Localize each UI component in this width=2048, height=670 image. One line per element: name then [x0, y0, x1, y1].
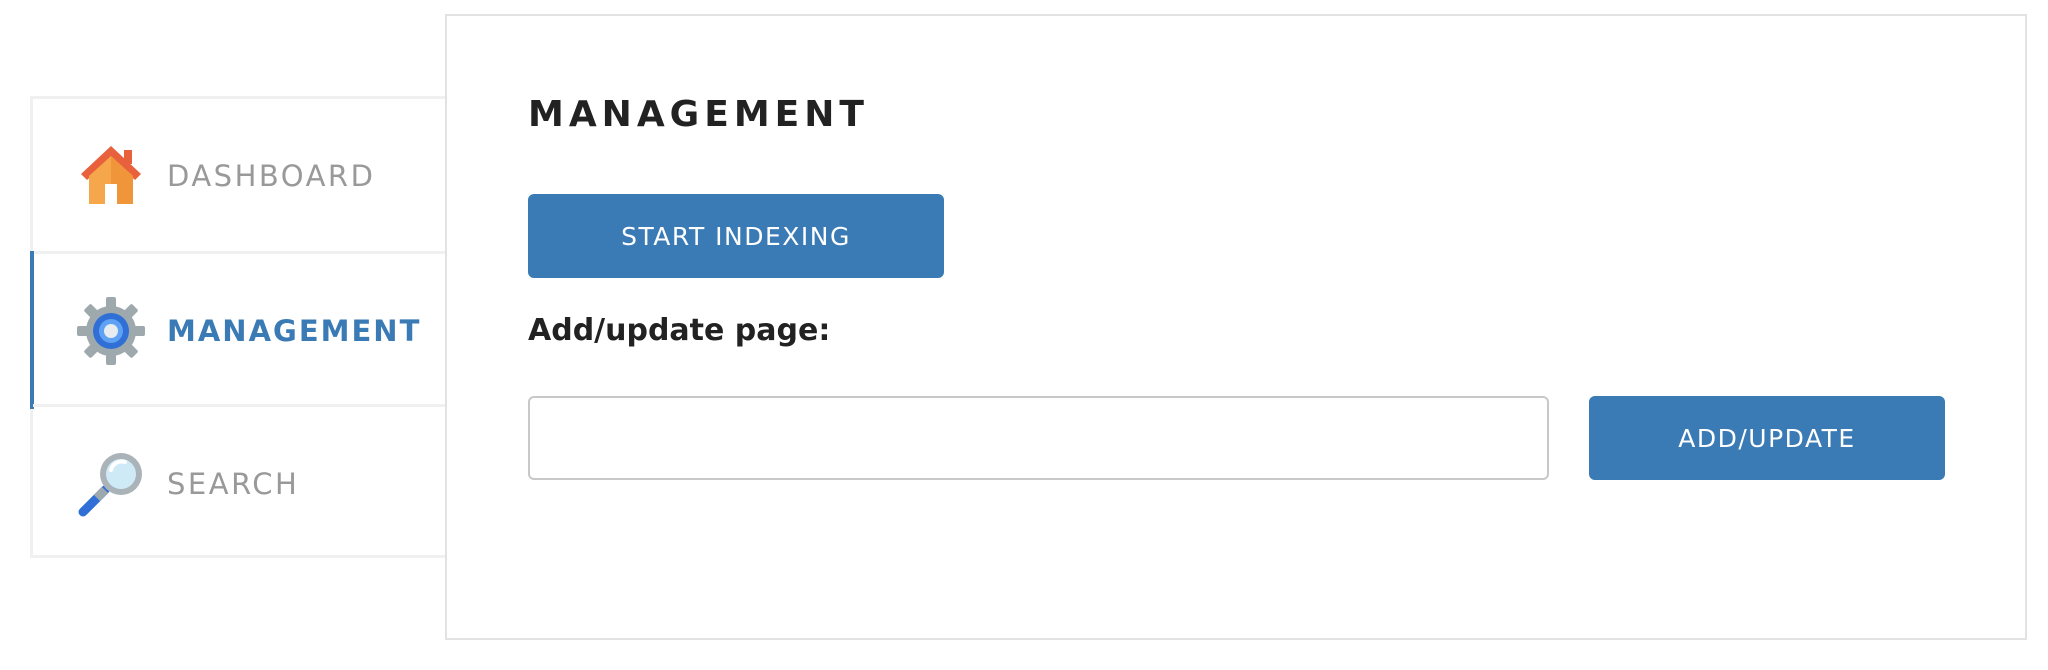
sidebar-nav: DASHBOARD MANAGEMENT SEARCH [30, 96, 449, 560]
page-title: MANAGEMENT [528, 94, 869, 135]
sidebar-item-label: MANAGEMENT [167, 313, 422, 348]
page-url-input[interactable] [528, 396, 1549, 480]
sidebar-item-search[interactable]: SEARCH [33, 407, 449, 560]
start-indexing-button[interactable]: START INDEXING [528, 194, 944, 278]
gear-icon [77, 296, 145, 365]
management-panel: MANAGEMENT START INDEXING Add/update pag… [445, 14, 2027, 640]
sidebar-item-label: SEARCH [167, 466, 300, 501]
magnifier-icon [78, 452, 142, 516]
sidebar-item-label: DASHBOARD [167, 158, 376, 193]
sidebar-item-dashboard[interactable]: DASHBOARD [33, 99, 449, 252]
sidebar-item-management[interactable]: MANAGEMENT [30, 251, 449, 409]
house-icon [81, 145, 141, 204]
add-update-page-label: Add/update page: [528, 313, 831, 348]
add-update-button[interactable]: ADD/UPDATE [1589, 396, 1945, 480]
